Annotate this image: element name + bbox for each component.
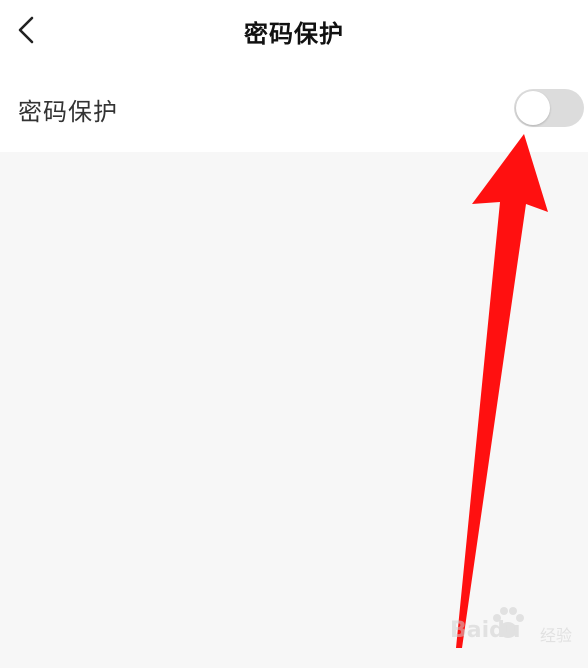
watermark-sub: 经验 (540, 626, 573, 645)
password-protection-label: 密码保护 (18, 98, 118, 126)
baidu-watermark: Baidu 经验 (450, 604, 584, 654)
app-header: 密码保护 (0, 0, 588, 62)
page-title: 密码保护 (244, 20, 344, 48)
password-protection-toggle[interactable] (514, 89, 584, 127)
watermark-brand: Baidu (450, 618, 521, 643)
password-protection-row: 密码保护 (0, 62, 588, 152)
toggle-knob (516, 91, 550, 125)
